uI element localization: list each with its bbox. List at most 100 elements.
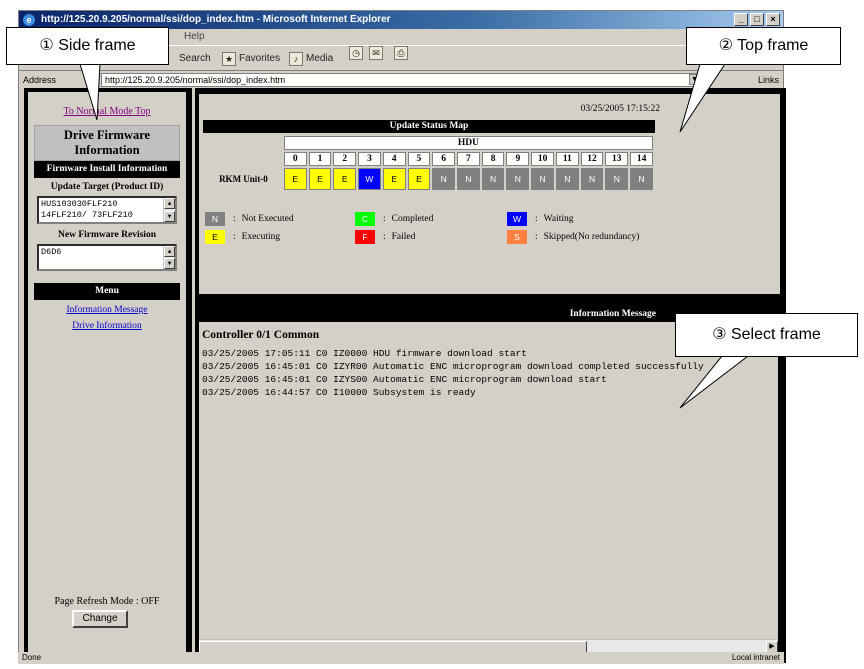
hdu-number: 2: [333, 152, 357, 166]
address-bar: Address http://125.20.9.205/normal/ssi/d…: [19, 72, 783, 88]
mail-icon: ✉: [369, 46, 383, 60]
maximize-button[interactable]: □: [750, 13, 764, 26]
unit-label: RKM Unit-0: [205, 168, 282, 190]
log-line: 03/25/2005 16:45:01 C0 IZYS00 Automatic …: [202, 374, 607, 385]
media-toolbar-button[interactable]: ♪ Media: [289, 46, 333, 72]
legend-swatch: N: [205, 212, 225, 226]
log-line: 03/25/2005 17:05:11 C0 IZ0000 HDU firmwa…: [202, 348, 527, 359]
window-title: http://125.20.9.205/normal/ssi/dop_index…: [41, 14, 391, 25]
hdu-status-cell: N: [481, 168, 505, 190]
legend-completed: C : Completed: [355, 212, 433, 226]
hdu-number: 11: [555, 152, 579, 166]
information-message-link[interactable]: Information Message: [34, 304, 180, 317]
hdu-status-cell: N: [506, 168, 530, 190]
hdu-status-cell: N: [531, 168, 554, 190]
update-status-table: HDU 0 1 2 3 4 5 6 7 8 9 10 11 12 13 14 RKM Unit-0 EEEW…: [203, 134, 655, 192]
hdu-number: 1: [308, 152, 332, 166]
update-status-map-title: Update Status Map: [203, 120, 655, 133]
search-toolbar-button[interactable]: Search: [179, 46, 211, 72]
scroll-down-icon[interactable]: ▼: [164, 211, 175, 222]
drive-firmware-heading: Drive Firmware Information: [34, 125, 180, 161]
links-button[interactable]: Links: [758, 72, 779, 88]
log-line: 03/25/2005 16:44:57 C0 I10000 Subsystem …: [202, 387, 476, 398]
legend-waiting: W : Waiting: [507, 212, 573, 226]
print-icon: ⎙: [394, 46, 408, 60]
scroll-up-icon[interactable]: ▲: [164, 198, 175, 209]
list-item[interactable]: HUS103030FLF210: [41, 199, 161, 210]
menu-help[interactable]: Help: [184, 31, 205, 42]
hdu-number: 8: [481, 152, 505, 166]
scroll-up-icon[interactable]: ▲: [164, 246, 175, 257]
hdu-status-cell: N: [555, 168, 579, 190]
hdu-header: HDU: [283, 136, 653, 150]
mail-toolbar-button[interactable]: ✉: [369, 46, 383, 60]
ie-logo-icon: e: [23, 14, 35, 26]
hdu-number: 10: [531, 152, 554, 166]
hdu-number: 7: [457, 152, 480, 166]
hdu-status-cell: E: [407, 168, 431, 190]
firmware-install-header: Firmware Install Information: [34, 161, 180, 178]
address-label: Address: [23, 75, 57, 85]
hdu-number: 3: [358, 152, 381, 166]
legend-swatch: W: [507, 212, 527, 226]
legend-swatch: F: [355, 230, 375, 244]
history-icon: ◷: [349, 46, 363, 60]
legend-swatch: E: [205, 230, 225, 244]
listbox-scrollbar[interactable]: ▲ ▼: [163, 198, 175, 222]
hdu-number: 4: [382, 152, 406, 166]
information-message-title: Information Message: [569, 309, 656, 319]
status-text: Done: [22, 653, 42, 662]
textbox-scrollbar[interactable]: ▲ ▼: [163, 246, 175, 269]
history-toolbar-button[interactable]: ◷: [349, 46, 363, 60]
select-frame-callout: ③ Select frame: [675, 313, 858, 357]
address-input[interactable]: http://125.20.9.205/normal/ssi/dop_index…: [101, 73, 701, 87]
menu-header: Menu: [34, 283, 180, 300]
hdu-status-cell: E: [382, 168, 406, 190]
change-button[interactable]: Change: [72, 610, 128, 628]
revision-textbox[interactable]: D6D6 ▲ ▼: [37, 244, 177, 271]
legend-executing: E : Executing: [205, 230, 280, 244]
product-id-listbox[interactable]: HUS103030FLF210 14FLF210/ 73FLF210 ▲ ▼: [37, 196, 177, 224]
status-bar: Done Local intranet: [18, 652, 784, 664]
hdu-status-cell: N: [580, 168, 604, 190]
log-line: 03/25/2005 16:45:01 C0 IZYR00 Automatic …: [202, 361, 704, 372]
hdu-status-cell: E: [308, 168, 332, 190]
security-zone: Local intranet: [731, 653, 780, 662]
legend-swatch: C: [355, 212, 375, 226]
print-toolbar-button[interactable]: ⎙: [394, 46, 408, 60]
side-frame: To Normal Mode Top Drive Firmware Inform…: [24, 88, 192, 663]
drive-information-link[interactable]: Drive Information: [34, 320, 180, 333]
legend-swatch: S: [507, 230, 527, 244]
normal-mode-top-link[interactable]: To Normal Mode Top: [34, 106, 180, 117]
hdu-number: 13: [605, 152, 629, 166]
side-frame-callout: ① Side frame: [6, 27, 169, 65]
address-dropdown-icon[interactable]: ▼: [689, 74, 700, 85]
hdu-number: 14: [630, 152, 653, 166]
favorites-toolbar-button[interactable]: ★ Favorites: [222, 46, 280, 72]
timestamp: 03/25/2005 17:15:22: [580, 104, 660, 114]
top-frame: 03/25/2005 17:15:22 Update Status Map HD…: [195, 88, 786, 300]
update-target-label: Update Target (Product ID): [50, 182, 164, 192]
top-frame-callout: ② Top frame: [686, 27, 841, 65]
hdu-number: 6: [432, 152, 456, 166]
hdu-number: 12: [580, 152, 604, 166]
hdu-status-cell: N: [605, 168, 629, 190]
hdu-number: 0: [283, 152, 307, 166]
unit-status-row: RKM Unit-0 EEEWEENNNNNNNNN: [205, 168, 653, 190]
close-button[interactable]: ×: [766, 13, 780, 26]
hdu-status-cell: N: [432, 168, 456, 190]
hdu-status-cell: E: [333, 168, 357, 190]
hdu-status-cell: E: [283, 168, 307, 190]
legend-failed: F : Failed: [355, 230, 415, 244]
list-item[interactable]: 14FLF210/ 73FLF210: [41, 210, 161, 221]
scroll-down-icon[interactable]: ▼: [164, 258, 175, 269]
revision-value: D6D6: [41, 247, 62, 257]
horizontal-scrollbar[interactable]: ▶: [199, 639, 778, 653]
controller-section-heading: Controller 0/1 Common: [202, 329, 320, 341]
hdu-number: 5: [407, 152, 431, 166]
minimize-button[interactable]: _: [734, 13, 748, 26]
hdu-number: 9: [506, 152, 530, 166]
hdu-status-cell: W: [358, 168, 381, 190]
hdu-status-cell: N: [457, 168, 480, 190]
favorites-icon: ★: [222, 52, 236, 66]
